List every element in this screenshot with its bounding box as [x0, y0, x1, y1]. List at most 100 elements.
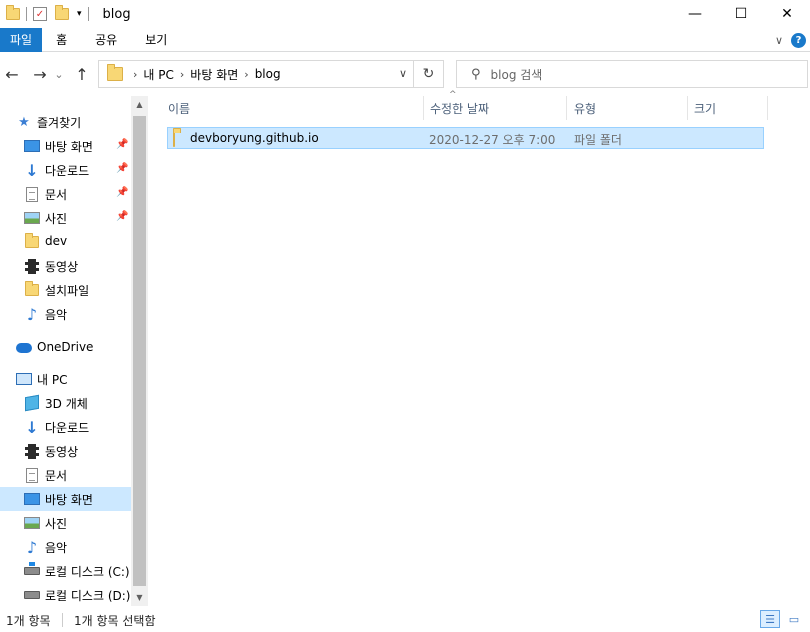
- column-label: 크기: [694, 101, 717, 116]
- navigation-row: ← → ⌄ ↑ › 내 PC › 바탕 화면 › blog ∨ ↻ ⚲ blog…: [0, 56, 810, 92]
- nav-label: 즐겨찾기: [37, 116, 82, 130]
- tab-file[interactable]: 파일: [0, 27, 43, 52]
- recent-locations-button[interactable]: ⌄: [52, 62, 66, 86]
- nav-item-pc-downloads[interactable]: ↓ 다운로드: [0, 415, 131, 439]
- document-icon: [24, 467, 40, 483]
- nav-label: 음악: [45, 541, 68, 555]
- nav-label: 다운로드: [45, 421, 90, 435]
- scrollbar-thumb[interactable]: [133, 116, 146, 586]
- column-header-name[interactable]: 이름: [160, 96, 424, 120]
- large-icons-view-icon[interactable]: ▭: [784, 610, 804, 628]
- nav-label: 바탕 화면: [45, 493, 93, 507]
- address-bar[interactable]: › 내 PC › 바탕 화면 › blog ∨: [98, 60, 414, 88]
- arrow-up-icon: ↑: [75, 64, 89, 84]
- pin-icon[interactable]: 📌: [116, 211, 128, 222]
- nav-scrollbar[interactable]: ▲ ▼: [131, 96, 148, 606]
- document-icon: [24, 186, 40, 202]
- column-header-size[interactable]: 크기: [686, 96, 768, 120]
- nav-item-3d-objects[interactable]: 3D 개체: [0, 391, 131, 415]
- nav-item-pc-music[interactable]: ♪ 음악: [0, 535, 131, 559]
- customize-toolbar-icon[interactable]: ▾: [77, 9, 82, 19]
- nav-item-drive-c[interactable]: 로컬 디스크 (C:): [0, 559, 131, 583]
- pin-icon[interactable]: 📌: [116, 163, 128, 174]
- nav-item-dev[interactable]: dev: [0, 230, 131, 254]
- chevron-right-icon[interactable]: ›: [244, 68, 248, 81]
- item-count: 1개 항목: [6, 614, 51, 628]
- file-type: 파일 폴더: [574, 133, 622, 147]
- status-bar: 1개 항목 1개 항목 선택함 ☰ ▭: [0, 608, 810, 632]
- chevron-right-icon[interactable]: ›: [180, 68, 184, 81]
- pin-icon[interactable]: 📌: [116, 139, 128, 150]
- search-input[interactable]: ⚲ blog 검색: [456, 60, 808, 88]
- tab-view[interactable]: 보기: [131, 28, 181, 52]
- table-row[interactable]: devboryung.github.io 2020-12-27 오후 7:00 …: [167, 127, 764, 149]
- 3d-objects-icon: [24, 394, 40, 412]
- picture-icon: [24, 515, 40, 531]
- column-header-modified[interactable]: 수정한 날짜: [422, 96, 567, 120]
- scroll-up-icon[interactable]: ▲: [131, 96, 148, 113]
- scroll-down-icon[interactable]: ▼: [131, 589, 148, 606]
- desktop-icon: [24, 138, 40, 154]
- folder-icon: [173, 131, 175, 147]
- nav-quick-access[interactable]: ★ 즐겨찾기: [0, 110, 131, 134]
- cloud-icon: [16, 340, 32, 356]
- nav-onedrive[interactable]: OneDrive: [0, 336, 131, 360]
- computer-icon: [16, 371, 32, 387]
- chevron-down-icon: ⌄: [54, 67, 64, 81]
- nav-item-pc-pictures[interactable]: 사진: [0, 511, 131, 535]
- nav-item-pictures[interactable]: 사진 📌: [0, 206, 131, 230]
- nav-item-videos[interactable]: 동영상: [0, 254, 131, 278]
- maximize-button[interactable]: ☐: [718, 0, 764, 28]
- folder-icon: [24, 281, 40, 298]
- column-label: 수정한 날짜: [430, 101, 490, 116]
- breadcrumb-this-pc[interactable]: 내 PC: [143, 66, 173, 83]
- nav-item-pc-videos[interactable]: 동영상: [0, 439, 131, 463]
- tab-home[interactable]: 홈: [42, 28, 81, 52]
- address-dropdown-icon[interactable]: ∨: [399, 67, 407, 80]
- forward-button[interactable]: →: [28, 62, 52, 86]
- nav-item-pc-desktop[interactable]: 바탕 화면: [0, 487, 131, 511]
- separator: [87, 7, 89, 21]
- nav-item-documents[interactable]: 문서 📌: [0, 182, 131, 206]
- nav-label: OneDrive: [37, 340, 94, 354]
- nav-label: 다운로드: [45, 164, 90, 178]
- chevron-down-icon[interactable]: ∨: [775, 34, 783, 47]
- quick-access-toolbar: ✓ ▾: [0, 0, 95, 28]
- help-icon[interactable]: ?: [791, 32, 806, 48]
- nav-item-music[interactable]: ♪ 음악: [0, 302, 131, 326]
- minimize-button[interactable]: —: [672, 0, 718, 28]
- column-label: 유형: [574, 101, 597, 116]
- breadcrumb-blog[interactable]: blog: [255, 67, 281, 81]
- refresh-button[interactable]: ↻: [414, 60, 444, 88]
- details-view-icon[interactable]: ☰: [760, 610, 780, 628]
- nav-item-downloads[interactable]: ↓ 다운로드 📌: [0, 158, 131, 182]
- nav-this-pc[interactable]: 내 PC: [0, 367, 131, 391]
- chevron-right-icon[interactable]: ›: [133, 68, 137, 81]
- column-label: 이름: [168, 101, 191, 116]
- nav-item-drive-d[interactable]: 로컬 디스크 (D:): [0, 583, 131, 607]
- desktop-icon: [24, 491, 40, 507]
- nav-item-desktop[interactable]: 바탕 화면 📌: [0, 134, 131, 158]
- nav-item-pc-documents[interactable]: 문서: [0, 463, 131, 487]
- new-folder-icon[interactable]: [55, 5, 69, 20]
- nav-label: 음악: [45, 308, 68, 322]
- window-title: blog: [102, 6, 131, 22]
- properties-icon[interactable]: ✓: [33, 7, 47, 21]
- nav-label: 문서: [45, 188, 68, 202]
- up-button[interactable]: ↑: [70, 62, 94, 86]
- column-header-type[interactable]: 유형: [566, 96, 688, 120]
- close-button[interactable]: ✕: [764, 0, 810, 28]
- nav-item-install-files[interactable]: 설치파일: [0, 278, 131, 302]
- breadcrumb-desktop[interactable]: 바탕 화면: [190, 66, 238, 83]
- nav-label: 바탕 화면: [45, 140, 93, 154]
- tab-share[interactable]: 공유: [81, 28, 131, 52]
- file-name: devboryung.github.io: [190, 131, 319, 145]
- back-button[interactable]: ←: [0, 62, 24, 86]
- nav-label: 로컬 디스크 (D:): [45, 589, 131, 603]
- search-icon: ⚲: [471, 66, 481, 82]
- nav-label: 설치파일: [45, 284, 90, 298]
- view-buttons: ☰ ▭: [760, 610, 804, 628]
- selection-count: 1개 항목 선택함: [74, 614, 156, 628]
- pin-icon[interactable]: 📌: [116, 187, 128, 198]
- nav-label: 사진: [45, 212, 68, 226]
